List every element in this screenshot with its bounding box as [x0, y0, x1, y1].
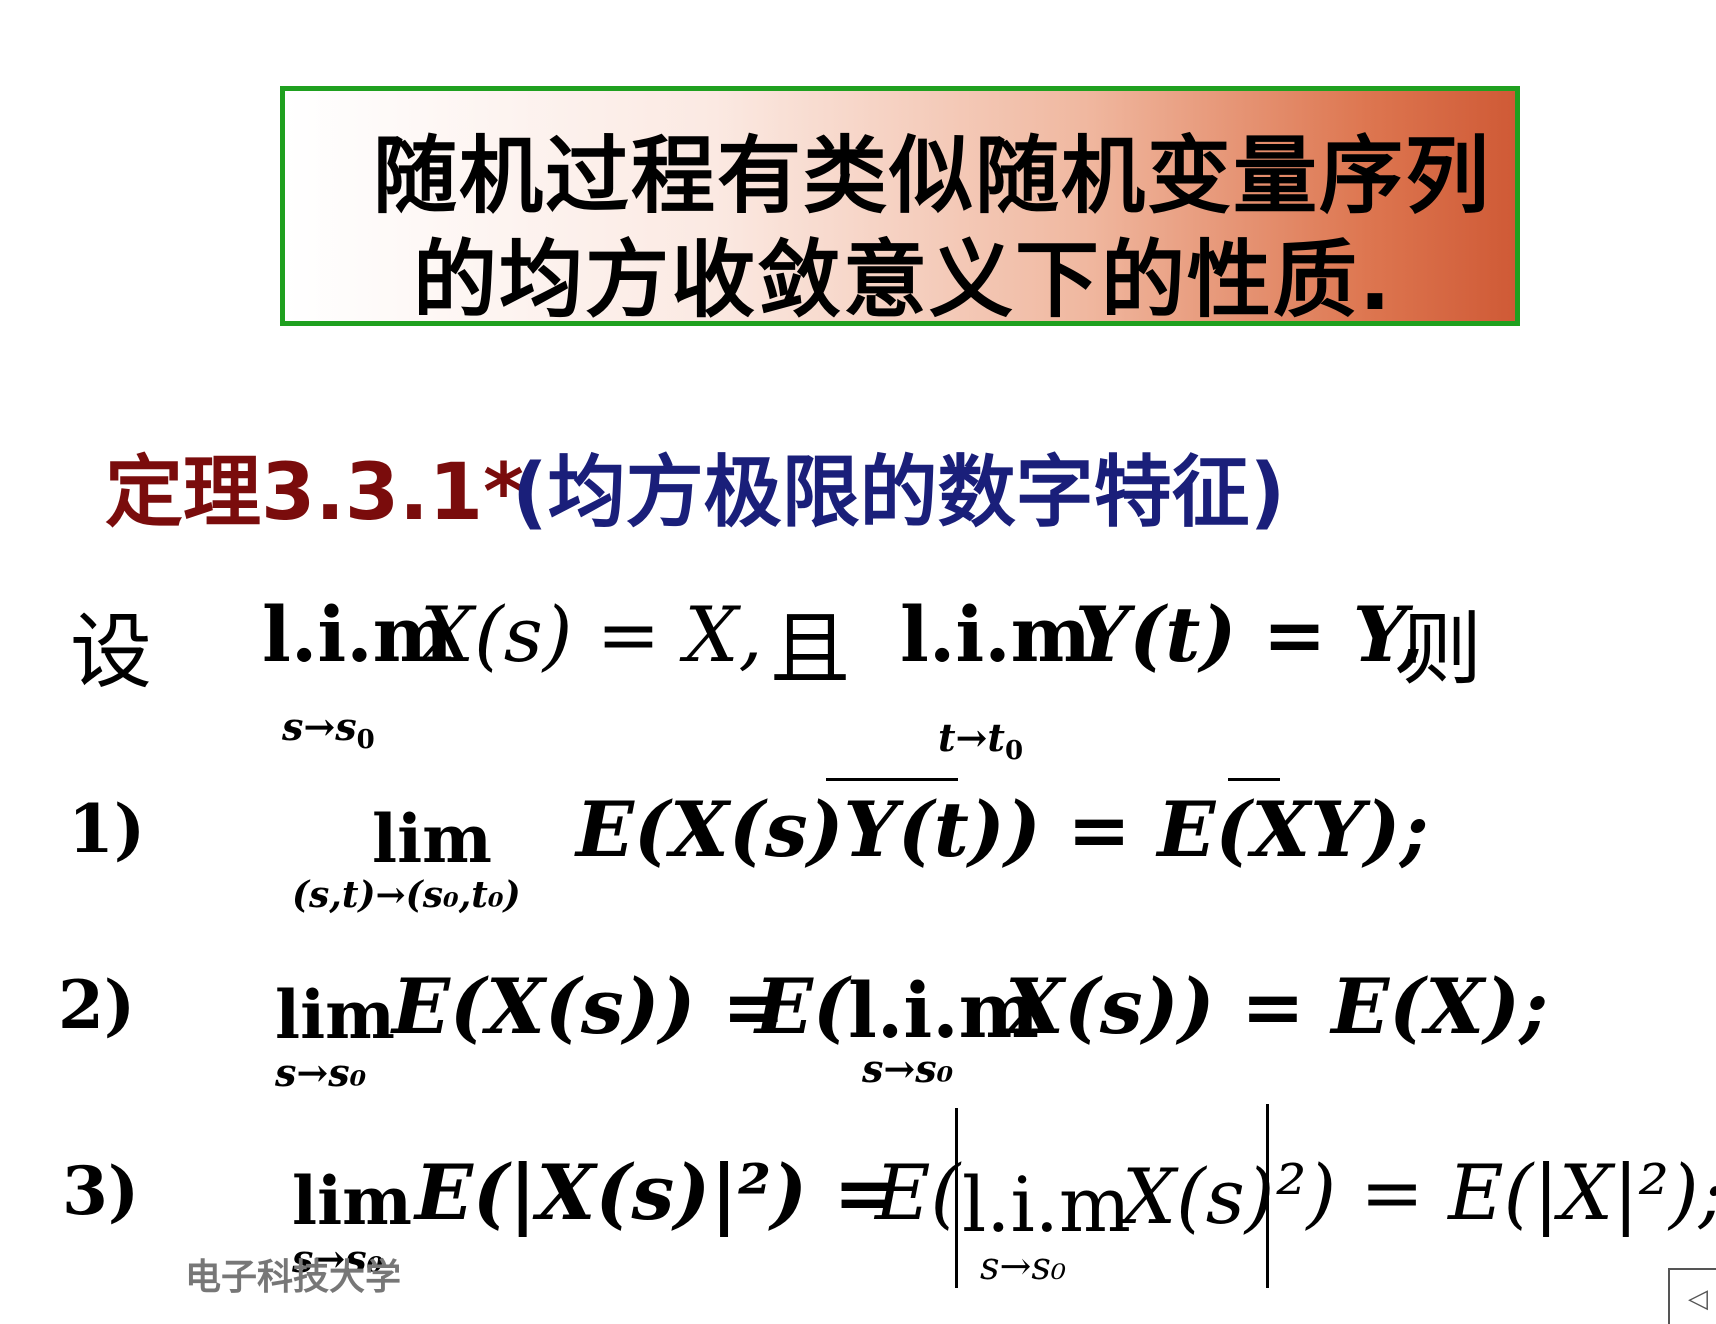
footer-university: 电子科技大学 [185, 1257, 402, 1298]
given-sub-2: t→t0 [938, 715, 1024, 766]
item-3-lhs: E(|X(s)|²) = [415, 1148, 898, 1237]
nav-back-button[interactable]: ◁ [1668, 1268, 1716, 1324]
given-expr-1: X(s) = X, [420, 590, 763, 679]
item-3-rhs-b: ²) = E(|X|²); [1276, 1148, 1716, 1237]
theorem-label: 定理3.3.1* [105, 448, 524, 538]
item-3-mid-lim: l.i.m [962, 1160, 1131, 1249]
item-2-number: 2) [58, 966, 136, 1044]
title-line-1: 随机过程有类似随机变量序列 [373, 127, 1492, 225]
given-expr-2: Y(t) = Y, [1075, 590, 1424, 679]
item-1-conj-bar-1 [826, 778, 958, 781]
item-3-number: 3) [62, 1152, 140, 1230]
item-3-rhs-a: X(s) [1122, 1152, 1275, 1241]
item-3-abs-right [1266, 1104, 1269, 1288]
item-1-lim: lim [372, 800, 492, 878]
item-2-mid-prefix: E( [755, 962, 849, 1051]
given-ze: 则 [1402, 603, 1482, 696]
item-3-lim: lim [292, 1162, 412, 1240]
item-3-mid-sub: s→s₀ [980, 1244, 1067, 1288]
item-2-lhs: E(X(s)) = [392, 962, 786, 1051]
given-qie: 且 [770, 603, 850, 696]
item-2-rhs: X(s)) = E(X); [1005, 962, 1549, 1051]
title-box: 随机过程有类似随机变量序列 的均方收敛意义下的性质. [280, 86, 1520, 329]
item-2-mid-sub: s→s₀ [862, 1046, 954, 1091]
given-sub-1: s→s0 [282, 704, 375, 755]
theorem-description: (均方极限的数字特征) [512, 448, 1286, 538]
item-1-number: 1) [68, 790, 146, 868]
given-lim-2: l.i.m [900, 590, 1092, 679]
title-line-2: 的均方收敛意义下的性质. [413, 231, 1393, 329]
item-2-lim: lim [275, 976, 395, 1054]
item-1-sub: (s,t)→(s₀,t₀) [292, 874, 521, 916]
item-1-expr: E(X(s)Y(t)) = E(XY); [576, 785, 1429, 874]
item-3-mid-prefix: E( [875, 1148, 961, 1237]
item-3-abs-left [955, 1108, 958, 1288]
item-2-sub: s→s₀ [275, 1050, 367, 1095]
given-she: 设 [70, 605, 153, 700]
chevron-left-icon: ◁ [1688, 1284, 1708, 1314]
item-1-conj-bar-2 [1228, 778, 1280, 781]
